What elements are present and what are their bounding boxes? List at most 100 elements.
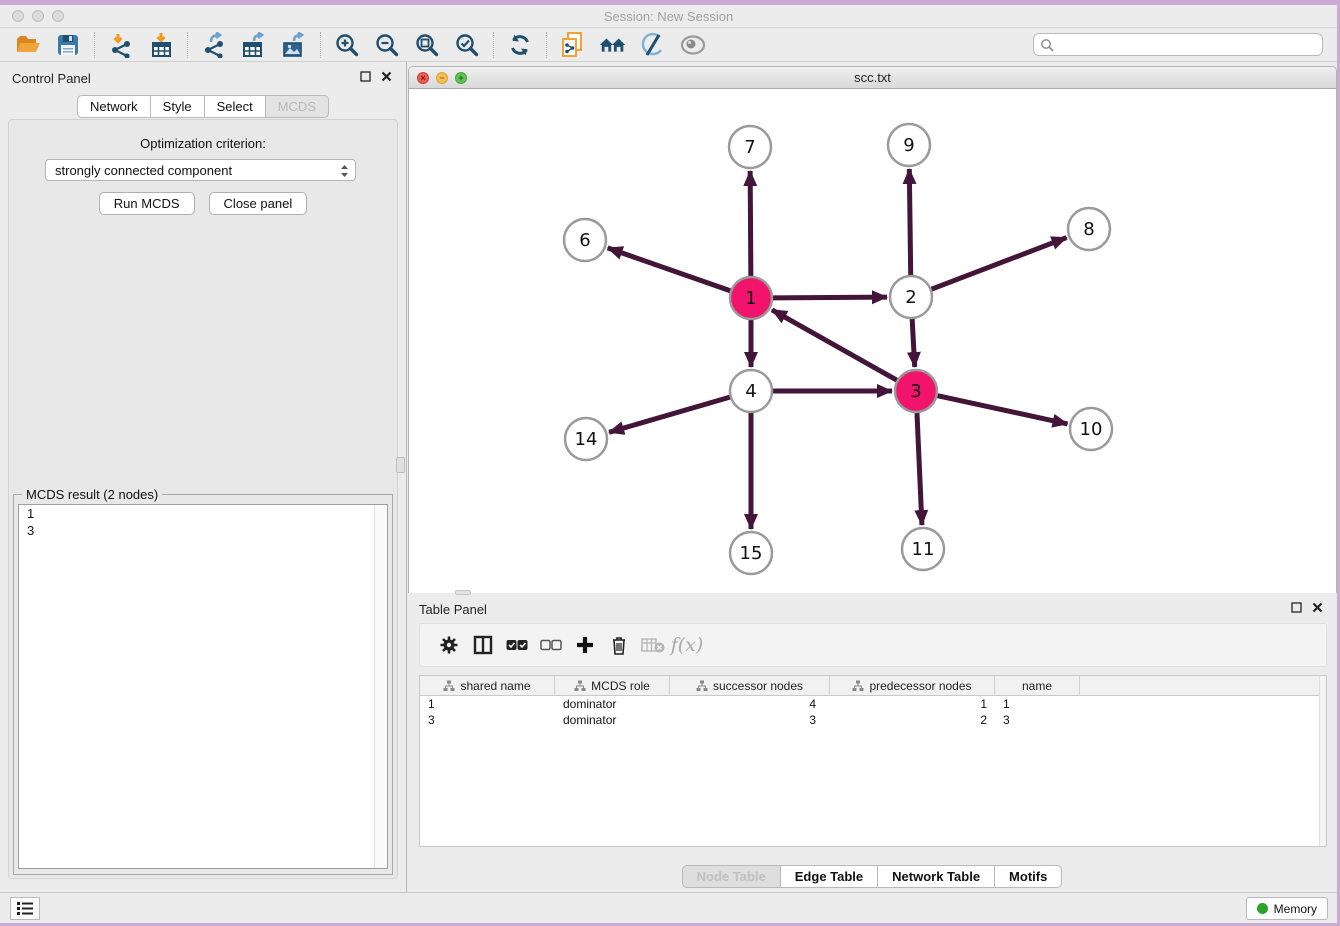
svg-text:9: 9 xyxy=(903,135,914,156)
network-view-window: × − + scc.txt 7 9 6 8 1 2 4 3 14 10 15 11 xyxy=(408,66,1337,593)
table-scrollbar[interactable] xyxy=(1319,676,1326,846)
graph-edge-1-2[interactable] xyxy=(773,297,887,298)
task-history-button[interactable] xyxy=(10,897,40,920)
graph-node-10[interactable]: 10 xyxy=(1070,408,1112,450)
float-table-panel-icon[interactable] xyxy=(1291,602,1302,613)
new-network-from-selection-button[interactable] xyxy=(558,31,588,59)
graph-node-3[interactable]: 3 xyxy=(895,370,937,412)
graph-edge-1-6[interactable] xyxy=(608,248,731,291)
graph-node-1[interactable]: 1 xyxy=(730,277,772,319)
close-panel-button[interactable]: Close panel xyxy=(209,192,308,215)
toolbar-separator xyxy=(493,32,494,58)
tab-edge-table[interactable]: Edge Table xyxy=(781,865,878,888)
apply-layout-button[interactable] xyxy=(505,31,535,59)
zoom-in-button[interactable] xyxy=(332,31,362,59)
graph-node-4[interactable]: 4 xyxy=(730,370,772,412)
column-header-name[interactable]: name xyxy=(995,676,1080,695)
network-graph[interactable]: 7 9 6 8 1 2 4 3 14 10 15 11 xyxy=(409,89,1336,593)
graph-edge-3-11[interactable] xyxy=(917,413,922,525)
select-all-columns-button[interactable] xyxy=(500,630,534,660)
tab-network-table[interactable]: Network Table xyxy=(878,865,995,888)
create-column-button[interactable] xyxy=(568,630,602,660)
import-table-button[interactable] xyxy=(146,31,176,59)
column-header-mcds-role[interactable]: MCDS role xyxy=(555,676,670,695)
tab-node-table[interactable]: Node Table xyxy=(682,865,781,888)
open-session-button[interactable] xyxy=(13,31,43,59)
close-panel-icon[interactable] xyxy=(381,71,392,82)
close-table-panel-icon[interactable] xyxy=(1312,602,1323,613)
export-network-button[interactable] xyxy=(199,31,229,59)
first-neighbors-button[interactable] xyxy=(598,31,628,59)
export-table-button[interactable] xyxy=(239,31,269,59)
table-row[interactable]: 1 dominator 4 1 1 xyxy=(420,696,1326,712)
network-canvas[interactable]: 7 9 6 8 1 2 4 3 14 10 15 11 xyxy=(409,89,1336,593)
tree-icon xyxy=(574,680,586,692)
tab-motifs[interactable]: Motifs xyxy=(995,865,1062,888)
search-input[interactable] xyxy=(1058,38,1322,52)
graph-edge-2-9[interactable] xyxy=(909,169,910,275)
graph-edge-2-8[interactable] xyxy=(932,238,1067,290)
tab-network[interactable]: Network xyxy=(77,95,151,118)
graph-edge-3-10[interactable] xyxy=(937,396,1067,424)
zoom-selected-button[interactable] xyxy=(452,31,482,59)
import-network-button[interactable] xyxy=(106,31,136,59)
run-mcds-button[interactable]: Run MCDS xyxy=(99,192,195,215)
delete-column-button[interactable] xyxy=(602,630,636,660)
graph-node-8[interactable]: 8 xyxy=(1068,208,1110,250)
tab-select[interactable]: Select xyxy=(205,95,266,118)
graph-node-14[interactable]: 14 xyxy=(565,418,607,460)
mcds-result-list[interactable]: 1 3 xyxy=(18,504,388,869)
column-header-predecessor-nodes[interactable]: predecessor nodes xyxy=(830,676,995,695)
table-row[interactable]: 3 dominator 3 2 3 xyxy=(420,712,1326,728)
svg-text:10: 10 xyxy=(1080,419,1103,440)
toolbar-separator xyxy=(546,32,547,58)
graph-node-2[interactable]: 2 xyxy=(890,276,932,318)
search-field[interactable] xyxy=(1033,33,1323,56)
table-panel-title: Table Panel xyxy=(419,602,487,617)
zoom-fit-icon xyxy=(414,32,440,58)
graph-node-11[interactable]: 11 xyxy=(902,528,944,570)
zoom-selected-icon xyxy=(454,32,480,58)
tree-icon xyxy=(852,680,864,692)
graph-edge-2-3[interactable] xyxy=(912,319,915,367)
splitter-grip-vertical[interactable] xyxy=(396,457,405,473)
graph-node-6[interactable]: 6 xyxy=(564,219,606,261)
unchecked-checkboxes-icon xyxy=(540,639,562,651)
function-builder-button[interactable]: f(x) xyxy=(670,630,704,660)
table-options-button[interactable] xyxy=(432,630,466,660)
criterion-dropdown[interactable]: strongly connected component xyxy=(45,159,356,181)
tab-mcds[interactable]: MCDS xyxy=(266,95,329,118)
window-title: Session: New Session xyxy=(0,9,1337,24)
deselect-all-columns-button[interactable] xyxy=(534,630,568,660)
float-panel-icon[interactable] xyxy=(360,71,371,82)
cell-mcds-role: dominator xyxy=(555,712,670,728)
tab-style[interactable]: Style xyxy=(151,95,205,118)
zoom-out-button[interactable] xyxy=(372,31,402,59)
titlebar: Session: New Session xyxy=(0,5,1337,28)
table-tabs: Node Table Edge Table Network Table Moti… xyxy=(407,865,1337,888)
graph-edge-3-1[interactable] xyxy=(772,310,897,380)
result-node: 3 xyxy=(19,522,387,539)
open-folder-icon xyxy=(15,33,41,57)
graph-edge-1-7[interactable] xyxy=(750,171,751,276)
column-header-successor-nodes[interactable]: successor nodes xyxy=(670,676,830,695)
cell-mcds-role: dominator xyxy=(555,696,670,712)
zoom-fit-button[interactable] xyxy=(412,31,442,59)
graph-node-7[interactable]: 7 xyxy=(729,126,771,168)
trash-icon xyxy=(610,635,628,655)
node-table[interactable]: shared name MCDS role successor nodes pr… xyxy=(419,675,1327,847)
column-header-shared-name[interactable]: shared name xyxy=(420,676,555,695)
memory-button[interactable]: Memory xyxy=(1246,897,1328,920)
save-session-button[interactable] xyxy=(53,31,83,59)
mcds-result-groupbox: MCDS result (2 nodes) 1 3 xyxy=(13,494,393,875)
graph-edge-4-14[interactable] xyxy=(609,397,730,432)
graph-node-15[interactable]: 15 xyxy=(730,532,772,574)
vizmapper-button[interactable] xyxy=(638,31,668,59)
show-graphics-details-button[interactable] xyxy=(678,31,708,59)
result-scrollbar[interactable] xyxy=(374,505,387,868)
export-image-button[interactable] xyxy=(279,31,309,59)
graph-node-9[interactable]: 9 xyxy=(888,124,930,166)
delete-table-button[interactable] xyxy=(636,630,670,660)
column-browser-button[interactable] xyxy=(466,630,500,660)
network-window-titlebar[interactable]: × − + scc.txt xyxy=(409,67,1336,89)
